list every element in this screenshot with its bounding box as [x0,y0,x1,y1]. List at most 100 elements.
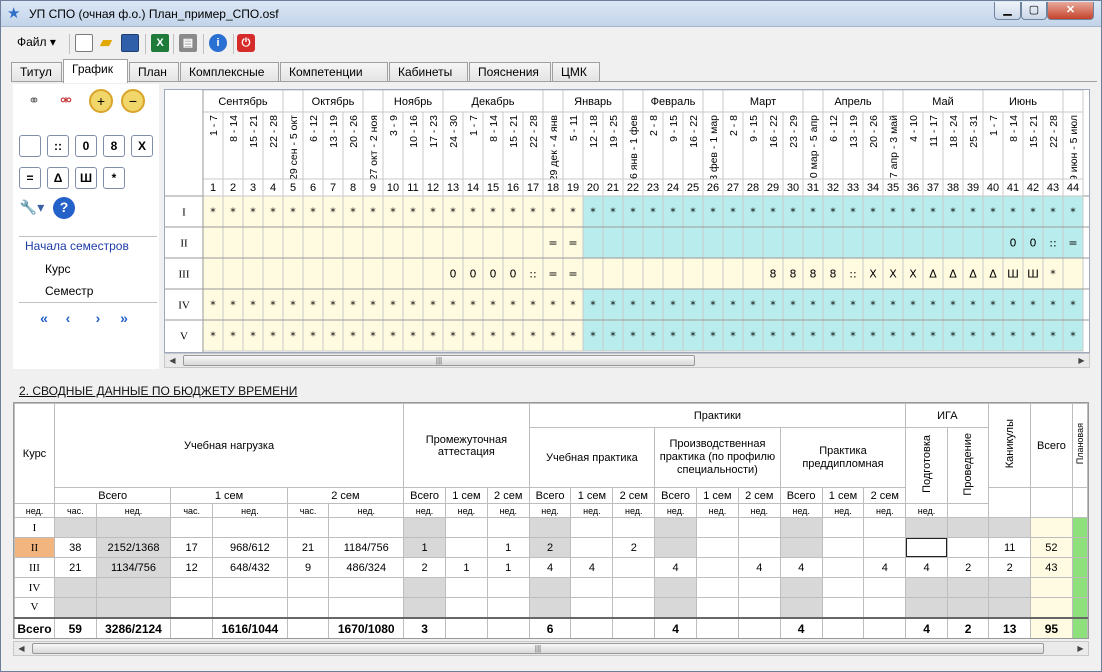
budget-cell[interactable] [170,517,213,538]
schedule-cell[interactable] [702,257,724,290]
schedule-cell[interactable] [1062,257,1084,290]
schedule-cell[interactable] [642,226,664,259]
budget-cell[interactable] [1029,517,1073,538]
save-icon[interactable] [121,34,139,52]
budget-cell[interactable] [53,597,97,618]
budget-cell[interactable] [211,517,288,538]
schedule-cell[interactable] [582,226,604,259]
budget-cell[interactable]: 43 [1029,557,1073,578]
schedule-cell[interactable] [382,226,404,259]
schedule-cell[interactable] [842,226,864,259]
budget-cell[interactable]: 2152/1368 [95,537,172,558]
budget-cell[interactable]: 4 [905,557,948,578]
schedule-cell[interactable] [622,257,644,290]
budget-cell[interactable] [905,517,948,538]
budget-cell[interactable] [1029,577,1073,598]
schedule-cell[interactable] [582,257,604,290]
zoom-out-icon[interactable]: − [121,89,145,113]
unlink-icon[interactable]: ⚮ [53,90,79,110]
tab-kabinety[interactable]: Кабинеты [389,62,468,82]
budget-cell[interactable]: 1 [486,537,530,558]
file-menu[interactable]: Файл ▾ [17,35,56,49]
schedule-cell[interactable] [202,226,224,259]
budget-cell[interactable]: 21 [286,537,330,558]
symbol-eight-button[interactable]: 8 [103,135,125,157]
schedule-cell[interactable] [362,257,384,290]
budget-cell[interactable] [612,557,656,578]
last-icon[interactable]: » [113,308,135,328]
budget-cell[interactable] [612,517,656,538]
budget-cell[interactable] [328,597,405,618]
budget-cell[interactable] [444,597,488,618]
budget-cell[interactable] [654,517,698,538]
budget-cell[interactable] [821,597,865,618]
semester-option[interactable]: Семестр [45,284,93,298]
budget-cell[interactable] [95,597,172,618]
schedule-cell[interactable] [862,226,884,259]
budget-cell[interactable] [988,597,1031,618]
schedule-cell[interactable] [302,226,324,259]
minimize-button[interactable]: ▁ [994,2,1021,20]
budget-cell[interactable] [403,577,446,598]
schedule-cell[interactable] [322,226,344,259]
budget-cell[interactable] [486,577,530,598]
tab-plan[interactable]: План [129,62,179,82]
budget-cell[interactable] [486,517,530,538]
schedule-cell[interactable] [662,257,684,290]
budget-cell[interactable] [654,537,698,558]
budget-cell[interactable] [737,577,781,598]
tab-kompleksnye[interactable]: Комплексные [180,62,279,82]
budget-cell[interactable] [946,517,990,538]
course-option[interactable]: Курс [45,262,71,276]
schedule-cell[interactable] [422,226,444,259]
budget-cell[interactable]: 1 [486,557,530,578]
budget-cell[interactable] [444,577,488,598]
budget-cell[interactable] [696,517,739,538]
excel-icon[interactable]: X [151,34,169,52]
schedule-cell[interactable] [782,226,804,259]
open-folder-icon[interactable]: ▰ [97,34,115,52]
budget-cell[interactable] [286,597,330,618]
info-icon[interactable]: i [209,34,227,52]
schedule-cell[interactable] [342,257,364,290]
first-icon[interactable]: « [33,308,55,328]
schedule-cell[interactable] [482,226,504,259]
schedule-cell[interactable] [282,257,304,290]
scroll-thumb[interactable]: ||| [183,355,695,366]
budget-cell[interactable] [946,577,990,598]
budget-cell[interactable] [211,577,288,598]
schedule-cell[interactable] [322,257,344,290]
budget-cell[interactable]: 2 [946,557,990,578]
symbol-asterisk-button[interactable]: * [103,167,125,189]
budget-cell[interactable] [779,577,823,598]
budget-cell[interactable] [779,537,823,558]
budget-cell[interactable] [905,537,948,558]
schedule-cell[interactable] [722,226,744,259]
budget-cell[interactable] [53,517,97,538]
schedule-cell[interactable] [302,257,324,290]
budget-cell[interactable] [53,577,97,598]
budget-cell[interactable]: 2 [403,557,446,578]
schedule-cell[interactable] [702,226,724,259]
schedule-cell[interactable] [262,226,284,259]
table-horizontal-scrollbar[interactable]: ◀ ||| ▶ [13,641,1089,656]
budget-cell[interactable] [612,597,656,618]
budget-cell[interactable] [821,517,865,538]
budget-cell[interactable] [779,597,823,618]
schedule-cell[interactable] [602,257,624,290]
symbol-sha-button[interactable]: Ш [75,167,97,189]
budget-cell[interactable] [286,517,330,538]
zoom-in-icon[interactable]: + [89,89,113,113]
budget-cell[interactable] [905,597,948,618]
schedule-cell[interactable] [682,257,704,290]
budget-cell[interactable] [905,577,948,598]
symbol-x-button[interactable]: X [131,135,153,157]
budget-cell[interactable]: 4 [863,557,907,578]
budget-cell[interactable] [821,537,865,558]
close-button[interactable]: ✕ [1047,2,1094,20]
budget-cell[interactable] [486,597,530,618]
budget-cell[interactable] [1029,597,1073,618]
symbol-zero-button[interactable]: 0 [75,135,97,157]
schedule-cell[interactable] [382,257,404,290]
schedule-cell[interactable] [722,257,744,290]
